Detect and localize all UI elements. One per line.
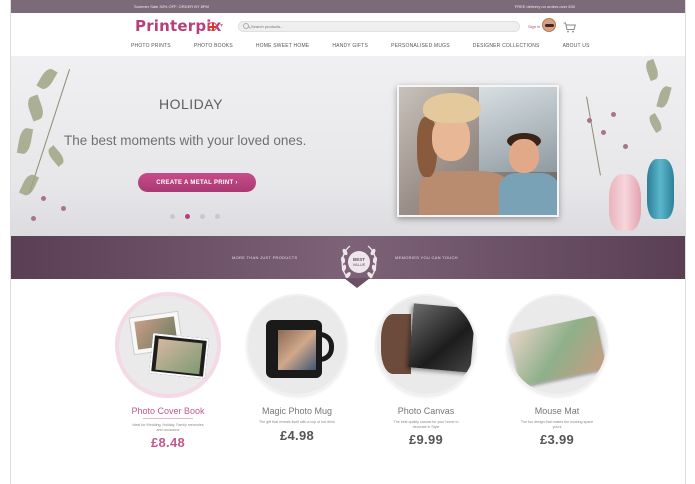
leaf-decoration	[656, 85, 672, 109]
product-card-mouse-mat[interactable]: Mouse Mat The fun design that makes the …	[497, 296, 617, 447]
nav-handy-gifts[interactable]: HANDY GIFTS	[332, 43, 368, 49]
nav-personalised-mugs[interactable]: PERSONALISED MUGS	[391, 43, 450, 49]
uk-flag-icon[interactable]	[208, 22, 217, 31]
leaf-decoration	[18, 172, 40, 198]
blossom-decoration	[623, 144, 628, 149]
hero-subtitle: The best moments with your loved ones.	[64, 133, 307, 148]
nav-photo-prints[interactable]: PHOTO PRINTS	[131, 43, 171, 49]
carousel-dot[interactable]	[215, 214, 220, 219]
product-card-photo-canvas[interactable]: Photo Canvas The best quality canvas for…	[366, 296, 486, 447]
plant-stem	[586, 96, 601, 176]
account-avatar-icon[interactable]	[542, 18, 556, 32]
blue-vase-decoration	[647, 159, 674, 219]
leaf-decoration	[643, 58, 661, 82]
nav-photo-books[interactable]: PHOTO BOOKS	[194, 43, 233, 49]
leaf-decoration	[16, 127, 34, 155]
cart-icon[interactable]	[563, 20, 576, 33]
product-image-mouse-mat[interactable]	[508, 296, 606, 394]
pink-vase-decoration	[609, 174, 641, 231]
leaf-decoration	[36, 66, 58, 92]
leaf-decoration	[647, 112, 664, 134]
carousel-dots	[170, 214, 220, 219]
banner-left-text: MORE THAN JUST PRODUCTS	[232, 255, 298, 260]
hero-banner: HOLIDAY The best moments with your loved…	[11, 56, 685, 236]
product-description: The fun design that makes the working sp…	[520, 420, 594, 429]
carousel-dot[interactable]	[170, 214, 175, 219]
product-card-photo-cover-book[interactable]: Photo Cover Book Ideal for Wedding, Holi…	[108, 296, 228, 450]
search-bar[interactable]	[238, 21, 520, 32]
product-description: The gift that reveals itself with a cup …	[259, 420, 335, 424]
carousel-dot[interactable]	[200, 214, 205, 219]
blossom-decoration	[31, 216, 36, 221]
product-description: Ideal for Wedding, Holiday, Family memor…	[132, 423, 204, 432]
promo-strip: Summer Sale 30% OFF: ORDER BY 8PM FREE d…	[11, 0, 685, 13]
blossom-decoration	[41, 196, 46, 201]
product-image-photo-cover-book[interactable]	[119, 296, 217, 394]
blossom-decoration	[587, 118, 592, 123]
product-description: The best quality canvas for your home to…	[393, 420, 459, 429]
nav-home-sweet-home[interactable]: HOME SWEET HOME	[256, 43, 309, 49]
main-nav: PHOTO PRINTS PHOTO BOOKS HOME SWEET HOME…	[11, 38, 685, 54]
product-card-magic-photo-mug[interactable]: Magic Photo Mug The gift that reveals it…	[237, 296, 357, 443]
search-icon[interactable]	[243, 22, 251, 31]
product-name[interactable]: Magic Photo Mug	[237, 406, 357, 416]
nav-designer-collections[interactable]: DESIGNER COLLECTIONS	[473, 43, 540, 49]
product-underline	[143, 418, 193, 419]
promo-text[interactable]: Summer Sale 30% OFF: ORDER BY 8PM	[134, 4, 209, 9]
banner-right-text: MEMORIES YOU CAN TOUCH	[395, 255, 458, 260]
badge-line2: VALUE	[353, 262, 366, 267]
search-input[interactable]	[251, 24, 451, 29]
blossom-decoration	[61, 206, 66, 211]
banner-notch	[344, 278, 370, 288]
carousel-dot-active[interactable]	[185, 214, 190, 219]
sign-in-link[interactable]: Sign in	[528, 24, 540, 29]
leaf-decoration	[45, 145, 67, 167]
nav-about-us[interactable]: ABOUT US	[563, 43, 590, 49]
hero-title: HOLIDAY	[159, 96, 223, 112]
product-price: £3.99	[539, 432, 575, 447]
hero-metal-print-image	[397, 85, 559, 217]
blossom-decoration	[601, 130, 606, 135]
plant-stem	[28, 69, 71, 193]
page-frame: Summer Sale 30% OFF: ORDER BY 8PM FREE d…	[10, 0, 686, 484]
product-price: £9.99	[408, 432, 444, 447]
product-name[interactable]: Photo Canvas	[366, 406, 486, 416]
product-price: £4.98	[279, 427, 315, 443]
leaf-decoration	[25, 94, 46, 122]
delivery-text[interactable]: FREE delivery on orders over £30	[515, 4, 575, 9]
product-grid: Photo Cover Book Ideal for Wedding, Holi…	[11, 296, 685, 484]
product-image-photo-canvas[interactable]	[377, 296, 475, 394]
create-metal-print-button[interactable]: CREATE A METAL PRINT ›	[138, 173, 256, 192]
product-image-magic-photo-mug[interactable]	[248, 296, 346, 394]
blossom-decoration	[611, 112, 616, 117]
tagline-banner: MORE THAN JUST PRODUCTS BEST VALUE MEMOR…	[11, 236, 685, 279]
chevron-down-icon[interactable]: ▾	[220, 22, 223, 29]
product-price: £8.48	[150, 435, 186, 450]
product-name[interactable]: Mouse Mat	[497, 406, 617, 416]
product-name[interactable]: Photo Cover Book	[108, 406, 228, 416]
site-header: Printerpix ▾ Sign in	[11, 13, 685, 38]
